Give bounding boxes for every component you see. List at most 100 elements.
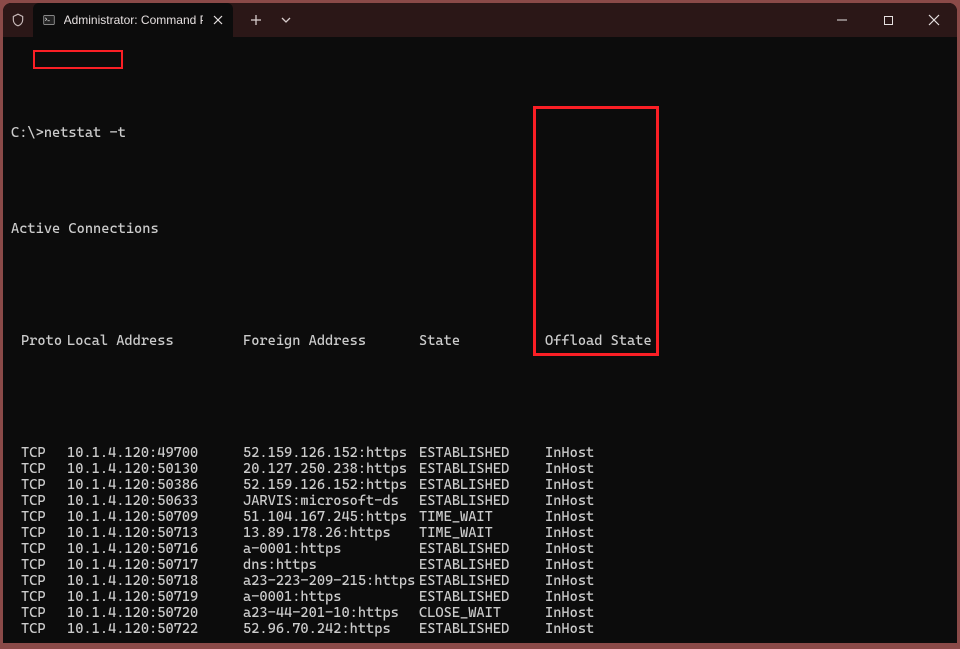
cell-foreign: 52.96.70.242:https bbox=[243, 621, 419, 637]
tab-active[interactable]: Administrator: Command Pro bbox=[33, 3, 233, 37]
cell-offload: InHost bbox=[545, 509, 665, 525]
cell-state: TIME_WAIT bbox=[419, 509, 545, 525]
blank-line bbox=[11, 269, 957, 285]
table-row: TCP10.1.4.120:50719a-0001:httpsESTABLISH… bbox=[11, 589, 957, 605]
table-row: TCP10.1.4.120:50716a-0001:httpsESTABLISH… bbox=[11, 541, 957, 557]
cell-foreign: 20.127.250.238:https bbox=[243, 461, 419, 477]
connection-rows: TCP10.1.4.120:4970052.159.126.152:httpsE… bbox=[11, 445, 957, 637]
cell-local: 10.1.4.120:50130 bbox=[67, 461, 243, 477]
cell-offload: InHost bbox=[545, 477, 665, 493]
cell-state: ESTABLISHED bbox=[419, 621, 545, 637]
table-row: TCP10.1.4.120:5072252.96.70.242:httpsEST… bbox=[11, 621, 957, 637]
cell-foreign: JARVIS:microsoft-ds bbox=[243, 493, 419, 509]
table-row: TCP10.1.4.120:5071313.89.178.26:httpsTIM… bbox=[11, 525, 957, 541]
cell-local: 10.1.4.120:50717 bbox=[67, 557, 243, 573]
col-local: Local Address bbox=[67, 333, 243, 349]
cell-offload: InHost bbox=[545, 573, 665, 589]
titlebar-left: Administrator: Command Pro bbox=[3, 3, 301, 37]
cell-foreign: 52.159.126.152:https bbox=[243, 477, 419, 493]
table-header-row: Proto Local Address Foreign Address Stat… bbox=[11, 333, 957, 349]
cell-proto: TCP bbox=[11, 621, 67, 637]
section-header: Active Connections bbox=[11, 221, 957, 237]
table-row: TCP10.1.4.120:50717dns:httpsESTABLISHEDI… bbox=[11, 557, 957, 573]
cell-proto: TCP bbox=[11, 605, 67, 621]
cell-proto: TCP bbox=[11, 477, 67, 493]
cell-proto: TCP bbox=[11, 493, 67, 509]
cell-offload: InHost bbox=[545, 461, 665, 477]
cell-offload: InHost bbox=[545, 445, 665, 461]
cell-proto: TCP bbox=[11, 445, 67, 461]
table-row: TCP10.1.4.120:4970052.159.126.152:httpsE… bbox=[11, 445, 957, 461]
cell-local: 10.1.4.120:49700 bbox=[67, 445, 243, 461]
col-proto: Proto bbox=[11, 333, 67, 349]
cell-state: ESTABLISHED bbox=[419, 589, 545, 605]
prompt-line-1: C:\>netstat -t bbox=[11, 125, 957, 141]
new-tab-group bbox=[241, 7, 301, 33]
table-row: TCP10.1.4.120:50633JARVIS:microsoft-dsES… bbox=[11, 493, 957, 509]
cell-offload: InHost bbox=[545, 605, 665, 621]
cell-offload: InHost bbox=[545, 525, 665, 541]
cell-foreign: 13.89.178.26:https bbox=[243, 525, 419, 541]
cell-local: 10.1.4.120:50720 bbox=[67, 605, 243, 621]
cell-local: 10.1.4.120:50386 bbox=[67, 477, 243, 493]
new-tab-dropdown[interactable] bbox=[271, 7, 301, 33]
cell-state: ESTABLISHED bbox=[419, 573, 545, 589]
table-row: TCP10.1.4.120:50718a23-223-209-215:https… bbox=[11, 573, 957, 589]
col-state: State bbox=[419, 333, 545, 349]
cell-state: ESTABLISHED bbox=[419, 557, 545, 573]
table-row: TCP10.1.4.120:5013020.127.250.238:httpsE… bbox=[11, 461, 957, 477]
cell-foreign: a23-44-201-10:https bbox=[243, 605, 419, 621]
highlight-command bbox=[33, 50, 123, 69]
close-button[interactable] bbox=[911, 3, 957, 37]
cell-proto: TCP bbox=[11, 525, 67, 541]
cell-local: 10.1.4.120:50713 bbox=[67, 525, 243, 541]
cell-state: ESTABLISHED bbox=[419, 445, 545, 461]
cell-state: CLOSE_WAIT bbox=[419, 605, 545, 621]
col-foreign: Foreign Address bbox=[243, 333, 419, 349]
cell-local: 10.1.4.120:50718 bbox=[67, 573, 243, 589]
cell-foreign: dns:https bbox=[243, 557, 419, 573]
new-tab-button[interactable] bbox=[241, 7, 271, 33]
cell-offload: InHost bbox=[545, 557, 665, 573]
titlebar[interactable]: Administrator: Command Pro bbox=[3, 3, 957, 37]
cell-state: ESTABLISHED bbox=[419, 493, 545, 509]
cell-offload: InHost bbox=[545, 621, 665, 637]
cell-proto: TCP bbox=[11, 573, 67, 589]
cell-proto: TCP bbox=[11, 509, 67, 525]
blank-line bbox=[11, 381, 957, 397]
window-controls bbox=[819, 3, 957, 37]
cell-foreign: a-0001:https bbox=[243, 541, 419, 557]
cell-local: 10.1.4.120:50709 bbox=[67, 509, 243, 525]
cell-offload: InHost bbox=[545, 493, 665, 509]
cell-state: ESTABLISHED bbox=[419, 477, 545, 493]
table-row: TCP10.1.4.120:50720a23-44-201-10:httpsCL… bbox=[11, 605, 957, 621]
cell-foreign: 52.159.126.152:https bbox=[243, 445, 419, 461]
terminal-icon bbox=[43, 13, 56, 27]
cell-local: 10.1.4.120:50716 bbox=[67, 541, 243, 557]
cell-proto: TCP bbox=[11, 589, 67, 605]
cell-foreign: 51.104.167.245:https bbox=[243, 509, 419, 525]
cell-local: 10.1.4.120:50719 bbox=[67, 589, 243, 605]
cell-state: ESTABLISHED bbox=[419, 461, 545, 477]
cell-state: ESTABLISHED bbox=[419, 541, 545, 557]
cell-local: 10.1.4.120:50633 bbox=[67, 493, 243, 509]
cell-state: TIME_WAIT bbox=[419, 525, 545, 541]
cell-offload: InHost bbox=[545, 589, 665, 605]
maximize-button[interactable] bbox=[865, 3, 911, 37]
tab-title: Administrator: Command Pro bbox=[64, 13, 203, 27]
table-row: TCP10.1.4.120:5070951.104.167.245:httpsT… bbox=[11, 509, 957, 525]
blank-line bbox=[11, 173, 957, 189]
app-shield-icon bbox=[3, 13, 33, 27]
cell-local: 10.1.4.120:50722 bbox=[67, 621, 243, 637]
command-text: netstat -t bbox=[44, 125, 126, 141]
minimize-button[interactable] bbox=[819, 3, 865, 37]
terminal-body[interactable]: C:\>netstat -t Active Connections Proto … bbox=[3, 37, 957, 643]
cell-foreign: a-0001:https bbox=[243, 589, 419, 605]
cell-offload: InHost bbox=[545, 541, 665, 557]
tab-close-button[interactable] bbox=[211, 12, 225, 28]
col-offload: Offload State bbox=[545, 333, 665, 349]
prompt-text: C:\> bbox=[11, 125, 44, 141]
cell-proto: TCP bbox=[11, 461, 67, 477]
cell-proto: TCP bbox=[11, 541, 67, 557]
cell-proto: TCP bbox=[11, 557, 67, 573]
